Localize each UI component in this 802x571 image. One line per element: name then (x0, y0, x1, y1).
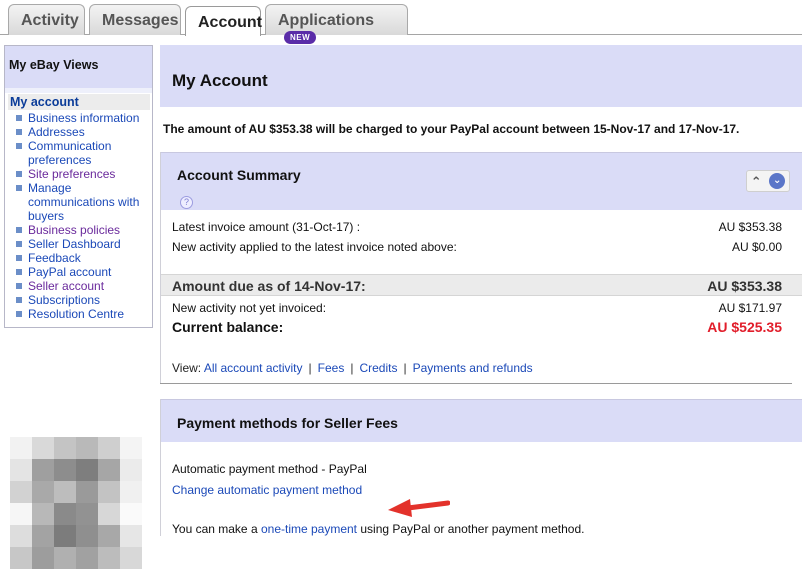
sidebar-item-manage-communications[interactable]: Manage communications with buyers (8, 181, 150, 223)
amount-due-value: AU $353.38 (707, 278, 782, 294)
sidebar: My eBay Views My account Business inform… (4, 45, 153, 328)
new-badge: NEW (284, 31, 317, 44)
bullet-icon (16, 143, 22, 149)
payments-refunds-link[interactable]: Payments and refunds (413, 361, 533, 375)
tab-applications[interactable]: Applications NEW (265, 4, 408, 44)
bullet-icon (16, 283, 22, 289)
sidebar-item-label[interactable]: Addresses (28, 125, 85, 139)
sidebar-item-seller-dashboard[interactable]: Seller Dashboard (8, 237, 150, 251)
sidebar-item-label[interactable]: Business information (28, 111, 139, 125)
sidebar-item-business-information[interactable]: Business information (8, 111, 150, 125)
not-invoiced-value: AU $171.97 (718, 301, 782, 315)
sidebar-item-label[interactable]: Business policies (28, 223, 120, 237)
tab-applications-label: Applications (278, 12, 375, 29)
view-links: View: All account activity | Fees | Credits |… (161, 337, 802, 383)
divider (160, 383, 792, 384)
arrow-annotation-icon (388, 499, 450, 517)
separator: | (350, 361, 354, 375)
sidebar-item-label[interactable]: Site preferences (28, 167, 115, 181)
sidebar-item-paypal-account[interactable]: PayPal account (8, 265, 150, 279)
bullet-icon (16, 171, 22, 177)
sidebar-item-label[interactable]: Resolution Centre (28, 307, 124, 321)
bullet-icon (16, 311, 22, 317)
sidebar-item-site-preferences[interactable]: Site preferences (8, 167, 150, 181)
account-summary-panel: Account Summary ? ⌃ ⌄ Latest invoice amo… (160, 152, 802, 383)
chevron-down-icon[interactable]: ⌄ (769, 173, 786, 189)
credits-link[interactable]: Credits (359, 361, 397, 375)
bullet-icon (16, 227, 22, 233)
sidebar-nav: My account Business information Addresse… (5, 93, 152, 321)
amount-due-row: Amount due as of 14-Nov-17: AU $353.38 (161, 274, 802, 296)
help-icon[interactable]: ? (180, 196, 193, 209)
sidebar-item-label[interactable]: Seller account (28, 279, 104, 293)
sidebar-item-resolution-centre[interactable]: Resolution Centre (8, 307, 150, 321)
bullet-icon (16, 297, 22, 303)
page-title: My Account (160, 45, 802, 107)
sidebar-item-my-account[interactable]: My account (8, 94, 150, 110)
one-time-prefix: You can make a (172, 522, 258, 536)
separator: | (308, 361, 312, 375)
current-balance-row: Current balance: AU $525.35 (161, 319, 802, 337)
bullet-icon (16, 241, 22, 247)
separator: | (403, 361, 407, 375)
main-content: My Account The amount of AU $353.38 will… (160, 45, 802, 536)
sidebar-title: My eBay Views (5, 46, 152, 88)
sidebar-item-label[interactable]: Communication preferences (28, 139, 150, 167)
new-activity-applied-value: AU $0.00 (731, 240, 782, 254)
latest-invoice-row: Latest invoice amount (31-Oct-17) : AU $… (161, 220, 802, 240)
sidebar-item-subscriptions[interactable]: Subscriptions (8, 293, 150, 307)
tab-bar: Activity Messages Account Applications NE… (0, 0, 802, 44)
bullet-icon (16, 255, 22, 261)
sidebar-item-addresses[interactable]: Addresses (8, 125, 150, 139)
panel-toggle: ⌃ ⌄ (746, 170, 790, 192)
sidebar-item-communication-preferences[interactable]: Communication preferences (8, 139, 150, 167)
one-time-payment-line: You can make a one-time payment using Pa… (161, 501, 802, 536)
current-balance-value: AU $525.35 (707, 319, 782, 335)
account-summary-title: Account Summary (177, 167, 301, 183)
payment-methods-panel: Payment methods for Seller Fees Automati… (160, 399, 802, 536)
account-summary-header: Account Summary ? ⌃ ⌄ (161, 152, 802, 210)
chevron-up-icon[interactable]: ⌃ (751, 175, 762, 188)
payment-methods-title: Payment methods for Seller Fees (161, 399, 802, 442)
one-time-suffix: using PayPal or another payment method. (360, 522, 585, 536)
amount-due-label: Amount due as of 14-Nov-17: (172, 278, 366, 294)
new-activity-applied-label: New activity applied to the latest invoi… (172, 240, 457, 254)
sidebar-item-feedback[interactable]: Feedback (8, 251, 150, 265)
sidebar-item-seller-account[interactable]: Seller account (8, 279, 150, 293)
avatar (10, 437, 142, 569)
sidebar-item-business-policies[interactable]: Business policies (8, 223, 150, 237)
bullet-icon (16, 185, 22, 191)
not-invoiced-label: New activity not yet invoiced: (172, 301, 327, 315)
sidebar-item-label[interactable]: Subscriptions (28, 293, 100, 307)
latest-invoice-label: Latest invoice amount (31-Oct-17) : (172, 220, 361, 234)
automatic-payment-method: Automatic payment method - PayPal (172, 462, 367, 476)
charge-notice: The amount of AU $353.38 will be charged… (163, 122, 740, 136)
view-label: View: (172, 361, 202, 375)
one-time-payment-link[interactable]: one-time payment (261, 522, 357, 536)
sidebar-item-label[interactable]: Feedback (28, 251, 81, 265)
bullet-icon (16, 269, 22, 275)
not-invoiced-row: New activity not yet invoiced: AU $171.9… (161, 296, 802, 319)
sidebar-item-label[interactable]: PayPal account (28, 265, 111, 279)
bullet-icon (16, 115, 22, 121)
all-account-activity-link[interactable]: All account activity (204, 361, 303, 375)
sidebar-item-label[interactable]: Manage communications with buyers (28, 181, 150, 223)
tab-messages[interactable]: Messages (89, 4, 181, 35)
new-activity-applied-row: New activity applied to the latest invoi… (161, 240, 802, 264)
sidebar-item-label[interactable]: Seller Dashboard (28, 237, 121, 251)
tab-activity[interactable]: Activity (8, 4, 85, 35)
fees-link[interactable]: Fees (318, 361, 345, 375)
payment-methods-body: Automatic payment method - PayPal Change… (161, 442, 802, 501)
latest-invoice-value: AU $353.38 (718, 220, 782, 234)
tab-messages-label: Messages (102, 12, 179, 29)
tab-activity-label: Activity (21, 12, 79, 29)
current-balance-label: Current balance: (172, 319, 284, 335)
tab-account[interactable]: Account (185, 6, 262, 36)
tab-account-label: Account (198, 14, 262, 31)
change-payment-method-link[interactable]: Change automatic payment method (172, 483, 362, 497)
bullet-icon (16, 129, 22, 135)
